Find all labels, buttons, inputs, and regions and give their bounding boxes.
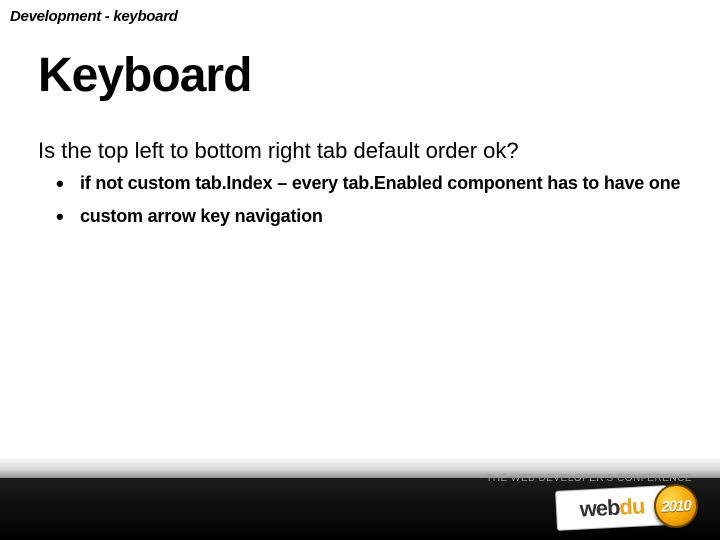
logo-card: webdu: [555, 485, 669, 531]
page-title: Keyboard: [38, 48, 251, 103]
slide-question: Is the top left to bottom right tab defa…: [38, 138, 519, 164]
footer-tagline: THE WEB DEVELOPER'S CONFERENCE: [486, 473, 692, 484]
logo-text-web: web: [579, 495, 620, 522]
list-item: if not custom tab.Index – every tab.Enab…: [56, 172, 680, 195]
bullet-list: if not custom tab.Index – every tab.Enab…: [56, 172, 680, 239]
logo-year: 2010: [661, 497, 691, 516]
footer-bar: THE WEB DEVELOPER'S CONFERENCE webdu 201…: [0, 458, 720, 540]
list-item: custom arrow key navigation: [56, 205, 680, 228]
webdu-logo: webdu 2010: [556, 484, 698, 532]
breadcrumb: Development - keyboard: [10, 8, 178, 25]
logo-text-du: du: [619, 493, 645, 519]
